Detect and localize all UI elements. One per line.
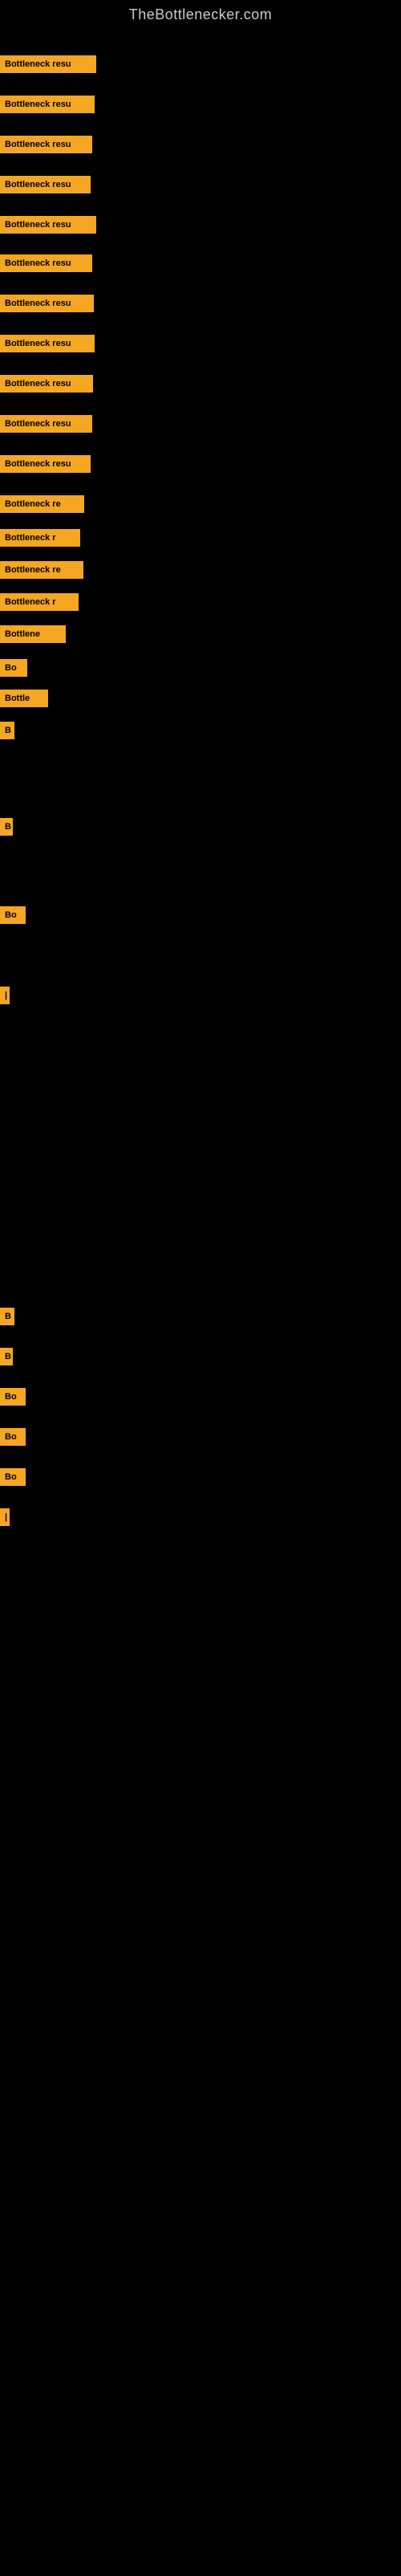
bar-row: B	[0, 1308, 14, 1325]
bar-label: Bottleneck resu	[0, 415, 92, 433]
bar-row: B	[0, 818, 13, 836]
bar-label: Bottleneck r	[0, 593, 79, 611]
bar-row: Bottleneck resu	[0, 455, 91, 473]
bar-row: Bottleneck resu	[0, 96, 95, 113]
bar-row: Bo	[0, 906, 26, 924]
bar-row: Bottleneck r	[0, 529, 80, 547]
bar-row: Bo	[0, 659, 27, 677]
bar-row: Bo	[0, 1468, 26, 1486]
bar-row: |	[0, 987, 10, 1004]
bar-row: Bottleneck resu	[0, 254, 92, 272]
bar-row: Bottlene	[0, 625, 66, 643]
bar-label: Bo	[0, 906, 26, 924]
bar-label: |	[0, 987, 10, 1004]
bar-label: Bottleneck resu	[0, 176, 91, 193]
bar-label: B	[0, 1308, 14, 1325]
bar-label: B	[0, 1348, 13, 1365]
bar-label: Bottle	[0, 690, 48, 707]
bar-label: Bottleneck re	[0, 561, 83, 579]
bar-row: Bottleneck resu	[0, 216, 96, 234]
bar-label: Bottlene	[0, 625, 66, 643]
bar-label: |	[0, 1508, 10, 1526]
bar-label: B	[0, 722, 14, 739]
bar-label: Bottleneck resu	[0, 136, 92, 153]
bar-label: Bottleneck resu	[0, 254, 92, 272]
bar-row: Bottleneck resu	[0, 295, 94, 312]
bar-label: Bottleneck r	[0, 529, 80, 547]
bar-row: |	[0, 1508, 10, 1526]
bar-row: Bottleneck resu	[0, 335, 95, 352]
bar-label: Bo	[0, 1468, 26, 1486]
bar-row: Bottle	[0, 690, 48, 707]
bar-label: Bottleneck resu	[0, 96, 95, 113]
bar-label: Bo	[0, 1388, 26, 1406]
bar-row: Bottleneck re	[0, 495, 84, 513]
bar-label: Bottleneck resu	[0, 55, 96, 73]
bar-label: B	[0, 818, 13, 836]
bar-label: Bottleneck re	[0, 495, 84, 513]
bar-label: Bo	[0, 659, 27, 677]
bar-row: Bo	[0, 1388, 26, 1406]
bar-label: Bottleneck resu	[0, 455, 91, 473]
bar-row: Bo	[0, 1428, 26, 1446]
bar-label: Bottleneck resu	[0, 295, 94, 312]
bar-row: Bottleneck r	[0, 593, 79, 611]
bar-label: Bottleneck resu	[0, 335, 95, 352]
bar-row: B	[0, 722, 14, 739]
bar-row: B	[0, 1348, 13, 1365]
bar-label: Bottleneck resu	[0, 375, 93, 393]
bar-label: Bo	[0, 1428, 26, 1446]
bar-row: Bottleneck resu	[0, 176, 91, 193]
bar-label: Bottleneck resu	[0, 216, 96, 234]
bar-row: Bottleneck re	[0, 561, 83, 579]
bar-row: Bottleneck resu	[0, 375, 93, 393]
bar-row: Bottleneck resu	[0, 136, 92, 153]
site-title: TheBottlenecker.com	[0, 0, 401, 31]
bar-row: Bottleneck resu	[0, 55, 96, 73]
bar-row: Bottleneck resu	[0, 415, 92, 433]
